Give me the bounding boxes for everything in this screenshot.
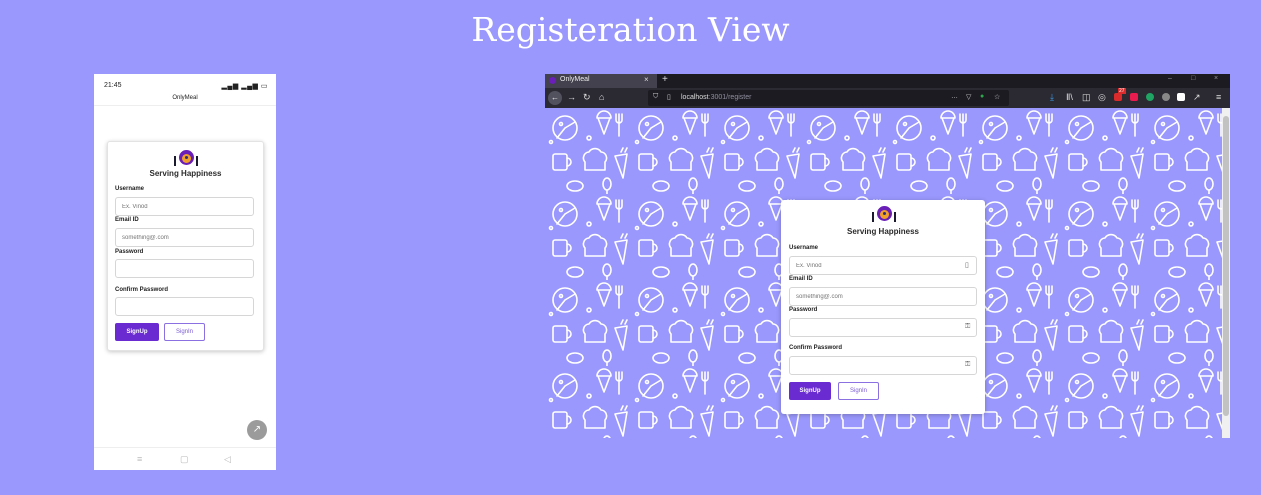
browser-tab[interactable]: OnlyMeal × (545, 74, 657, 88)
scrollbar[interactable] (1222, 108, 1230, 438)
confirm-password-label: Confirm Password (789, 345, 843, 351)
header-divider (94, 105, 276, 106)
extension-green-circle-icon[interactable] (1146, 93, 1154, 101)
url-path: :3001/register (708, 94, 752, 101)
extension-green-icon[interactable]: ● (980, 93, 984, 100)
status-icons: ▂▄▆ ▂▄▆ ▭ (221, 83, 268, 90)
password-label: Password (115, 249, 144, 255)
confirm-password-key-icon[interactable]: ⚿ (965, 361, 970, 369)
forward-icon[interactable]: → (567, 92, 576, 102)
password-key-icon[interactable]: ⚿ (965, 323, 970, 331)
extension-red-icon[interactable] (1114, 93, 1122, 101)
status-time: 21:45 (104, 82, 122, 89)
status-bar: 21:45 ▂▄▆ ▂▄▆ ▭ (94, 74, 276, 90)
signup-button[interactable]: SignUp (115, 323, 159, 341)
registration-card: Serving Happiness Username ▯ Email ID Pa… (781, 200, 985, 414)
extension-badge: 27 (1118, 88, 1126, 94)
email-label: Email ID (115, 217, 139, 223)
confirm-password-input[interactable] (789, 356, 977, 375)
password-input[interactable] (789, 318, 977, 337)
logo-icon (871, 206, 896, 228)
app-title: OnlyMeal (172, 95, 198, 101)
mobile-screenshot: 21:45 ▂▄▆ ▂▄▆ ▭ OnlyMeal Serving Happine… (94, 74, 276, 470)
library-icon[interactable]: Ⅱ\ (1066, 92, 1073, 103)
password-input[interactable] (115, 259, 254, 278)
reader-view-icon[interactable]: ◫ (1082, 92, 1091, 103)
extension-grey-icon[interactable] (1162, 93, 1170, 101)
signin-button[interactable]: SignIn (838, 382, 879, 400)
page-info-icon[interactable]: ▯ (667, 93, 671, 101)
bookmark-star-icon[interactable]: ☆ (994, 93, 1000, 101)
minimize-window-icon[interactable]: – (1168, 75, 1172, 82)
autofill-icon[interactable]: ▯ (965, 261, 969, 269)
pen-icon[interactable]: ↗ (1193, 92, 1201, 103)
url-bar[interactable]: ⛉ ▯ localhost:3001/register … ▽ ● ☆ (648, 90, 1009, 106)
tab-bar: OnlyMeal × + – □ × (545, 74, 1230, 88)
username-label: Username (789, 245, 819, 251)
email-label: Email ID (789, 276, 813, 282)
reload-icon[interactable]: ↻ (583, 92, 591, 103)
url-text: localhost:3001/register (681, 94, 751, 101)
confirm-password-label: Confirm Password (115, 287, 169, 293)
username-input[interactable] (789, 256, 977, 275)
password-label: Password (789, 307, 818, 313)
confirm-password-input[interactable] (115, 297, 254, 316)
back-nav-icon[interactable]: ◁ (224, 454, 231, 465)
tab-close-icon[interactable]: × (644, 75, 649, 84)
page-content: Serving Happiness Username ▯ Email ID Pa… (545, 108, 1222, 438)
brand-name: Serving Happiness (846, 227, 920, 236)
home-icon[interactable]: ⌂ (599, 92, 604, 102)
browser-toolbar: ← → ↻ ⌂ ⛉ ▯ localhost:3001/register … ▽ … (545, 88, 1230, 108)
email-input[interactable] (115, 228, 254, 247)
menu-nav-icon[interactable]: ≡ (137, 454, 142, 464)
maximize-window-icon[interactable]: □ (1191, 75, 1195, 82)
signin-button[interactable]: SignIn (164, 323, 205, 341)
desktop-browser-screenshot: OnlyMeal × + – □ × ← → ↻ ⌂ ⛉ ▯ localhost… (545, 74, 1230, 438)
pocket-icon[interactable]: ▽ (966, 93, 971, 101)
brand-name: Serving Happiness (149, 169, 222, 178)
more-actions-icon[interactable]: … (951, 93, 958, 100)
home-nav-icon[interactable]: ▢ (180, 454, 189, 465)
new-tab-icon[interactable]: + (662, 74, 668, 85)
scrollbar-thumb[interactable] (1223, 116, 1229, 416)
username-input[interactable] (115, 197, 254, 216)
close-window-icon[interactable]: × (1214, 75, 1218, 82)
favicon-icon (549, 77, 556, 84)
page-title: Registeration View (471, 10, 790, 49)
android-nav-bar: ≡ ▢ ◁ (94, 447, 276, 470)
back-icon[interactable]: ← (548, 91, 562, 105)
minimize-fab-icon[interactable]: ↗ (247, 420, 267, 440)
registration-card: Serving Happiness Username Email ID Pass… (107, 141, 264, 351)
extension-pink-icon[interactable] (1130, 93, 1138, 101)
username-label: Username (115, 186, 145, 192)
shield-icon[interactable]: ⛉ (653, 93, 658, 101)
tab-title: OnlyMeal (560, 76, 590, 83)
account-icon[interactable]: ◎ (1098, 92, 1106, 103)
url-host: localhost (681, 94, 709, 101)
hamburger-menu-icon[interactable]: ≡ (1216, 92, 1221, 102)
email-input[interactable] (789, 287, 977, 306)
signup-button[interactable]: SignUp (789, 382, 831, 400)
extension-white-icon[interactable] (1177, 93, 1185, 101)
download-icon[interactable]: ⤓ (1050, 92, 1054, 103)
